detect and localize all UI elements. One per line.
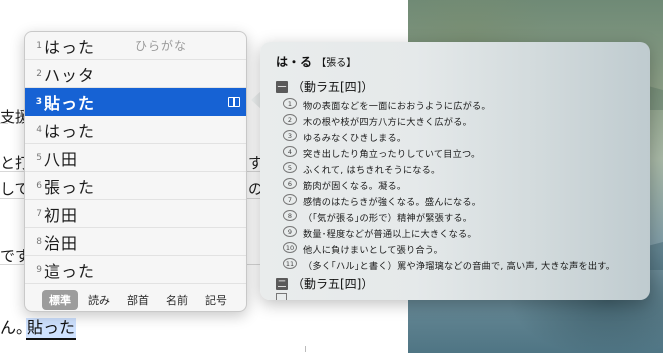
- candidate-item[interactable]: 6 張った: [25, 172, 246, 200]
- definition-number: 5: [283, 162, 297, 173]
- candidate-text: はった: [44, 37, 96, 57]
- candidate-text: 張った: [44, 177, 96, 197]
- candidate-item[interactable]: 4 はった: [25, 116, 246, 144]
- definition-number: 8: [283, 210, 297, 221]
- candidate-number: 1: [36, 40, 42, 51]
- dictionary-headword: は・る 【張る】: [276, 53, 356, 70]
- definition-number: 10: [283, 242, 297, 253]
- candidate-number: 9: [36, 264, 42, 275]
- candidate-text: はった: [44, 121, 96, 141]
- definition-item: 10 他人に負けまいとして張り合う。: [283, 242, 443, 256]
- definition-item: 9 数量･程度などが普通以上に大きくなる。: [283, 226, 477, 240]
- definition-text: 数量･程度などが普通以上に大きくなる。: [303, 229, 477, 240]
- definition-item: 7 感情のはたらきが強くなる。盛んになる。: [283, 194, 481, 208]
- part-of-speech-section: 二 （動ラ五[四]）: [276, 275, 373, 292]
- candidate-text: 治田: [44, 233, 79, 253]
- ruler-tick: [305, 346, 306, 352]
- tab-standard[interactable]: 標準: [42, 289, 78, 310]
- definition-number: 1: [283, 98, 297, 109]
- part-of-speech-label: （動ラ五[四]）: [292, 277, 374, 291]
- candidate-item[interactable]: 1 はった ひらがな: [25, 32, 246, 60]
- truncated-entry-marker: [276, 293, 287, 300]
- ime-candidate-window: 1 はった ひらがな 2 ハッタ 3 貼った 4 はった 5 八田 6 張った …: [24, 31, 247, 312]
- definition-number: 4: [283, 146, 297, 157]
- definition-text: ゆるみなくひきしまる。: [303, 133, 407, 144]
- definition-item: 6 筋肉が固くなる。凝る。: [283, 178, 406, 192]
- candidate-text: 這った: [44, 261, 96, 281]
- definition-text: 筋肉が固くなる。凝る。: [303, 181, 407, 192]
- definition-item: 5 ふくれて, はちきれそうになる。: [283, 162, 440, 176]
- definition-text: 物の表面などを一面におおうように広がる。: [303, 101, 491, 112]
- candidate-number: 4: [36, 124, 42, 135]
- definition-number: 3: [283, 130, 297, 141]
- definition-text: 感情のはたらきが強くなる。盛んになる。: [303, 197, 482, 208]
- tab-radical[interactable]: 部首: [120, 290, 156, 310]
- headword-reading: は・る: [276, 55, 313, 69]
- definition-text: 突き出したり角立ったりしていて目立つ。: [303, 149, 481, 160]
- candidate-number: 3: [35, 96, 42, 107]
- candidate-text: 貼った: [44, 93, 96, 113]
- section-number-badge: 二: [276, 277, 288, 290]
- candidate-mode-tabs: 標準 読み 部首 名前 記号: [25, 286, 246, 311]
- candidate-text: ハッタ: [44, 65, 96, 85]
- definition-item: 2 木の根や枝が四方八方に大きく広がる。: [283, 114, 472, 128]
- tab-reading[interactable]: 読み: [81, 290, 117, 310]
- text-underline: [0, 123, 8, 124]
- definition-text: （｢気が張る｣の形で）精神が緊張する。: [303, 213, 473, 224]
- definition-item: 11 （多く｢ハル｣と書く）罵や浄瑠璃などの音曲で, 高い声, 大きな声を出す。: [283, 258, 615, 272]
- section-number-badge: 一: [276, 80, 288, 93]
- definition-item: 3 ゆるみなくひきしまる。: [283, 130, 406, 144]
- definition-number: 9: [283, 226, 297, 237]
- candidate-item[interactable]: 5 八田: [25, 144, 246, 172]
- definition-text: ふくれて, はちきれそうになる。: [303, 165, 441, 176]
- dictionary-book-icon[interactable]: [228, 97, 240, 107]
- candidate-number: 7: [36, 208, 42, 219]
- part-of-speech-label: （動ラ五[四]）: [292, 80, 374, 94]
- headword-kanji: 【張る】: [316, 58, 357, 69]
- candidate-item[interactable]: 8 治田: [25, 228, 246, 256]
- candidate-number: 2: [36, 68, 42, 79]
- candidate-number: 6: [36, 180, 42, 191]
- candidate-hint: ひらがな: [135, 39, 188, 53]
- definition-item: 8 （｢気が張る｣の形で）精神が緊張する。: [283, 210, 472, 224]
- tab-name[interactable]: 名前: [159, 290, 195, 310]
- definition-item: 4 突き出したり角立ったりしていて目立つ。: [283, 146, 480, 160]
- candidate-text: 初田: [44, 205, 79, 225]
- tab-symbol[interactable]: 記号: [198, 290, 234, 310]
- candidate-item[interactable]: 2 ハッタ: [25, 60, 246, 88]
- candidate-item-selected[interactable]: 3 貼った: [25, 88, 246, 116]
- part-of-speech-section: 一 （動ラ五[四]）: [276, 78, 373, 95]
- definition-text: 木の根や枝が四方八方に大きく広がる。: [303, 117, 472, 128]
- candidate-number: 5: [36, 152, 42, 163]
- definition-number: 2: [283, 114, 297, 125]
- candidate-item[interactable]: 9 這った: [25, 256, 246, 284]
- definition-number: 6: [283, 178, 297, 189]
- dictionary-panel: は・る 【張る】 一 （動ラ五[四]） 1 物の表面などを一面におおうように広がる…: [260, 42, 650, 300]
- definition-text: （多く｢ハル｣と書く）罵や浄瑠璃などの音曲で, 高い声, 大きな声を出す。: [303, 261, 616, 272]
- definition-number: 7: [283, 194, 297, 205]
- candidate-number: 8: [36, 236, 42, 247]
- candidate-text: 八田: [44, 149, 79, 169]
- composing-text[interactable]: 貼った: [26, 318, 77, 340]
- candidate-item[interactable]: 7 初田: [25, 200, 246, 228]
- definition-text: 他人に負けまいとして張り合う。: [303, 245, 443, 256]
- definition-item: 1 物の表面などを一面におおうように広がる。: [283, 98, 491, 112]
- definition-number: 11: [283, 258, 297, 269]
